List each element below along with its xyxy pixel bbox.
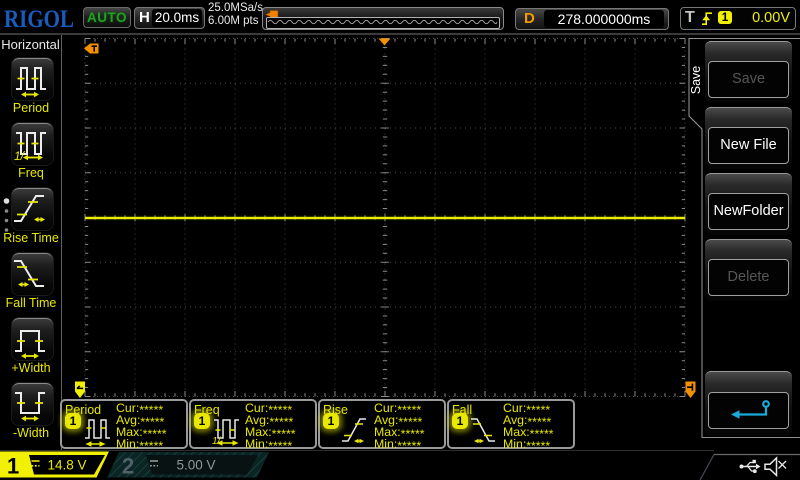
svg-text:2: 2 <box>122 454 134 479</box>
svg-text:14.8 V: 14.8 V <box>47 458 86 473</box>
svg-text:5.00 V: 5.00 V <box>176 458 215 473</box>
svg-text:1: 1 <box>7 454 19 479</box>
